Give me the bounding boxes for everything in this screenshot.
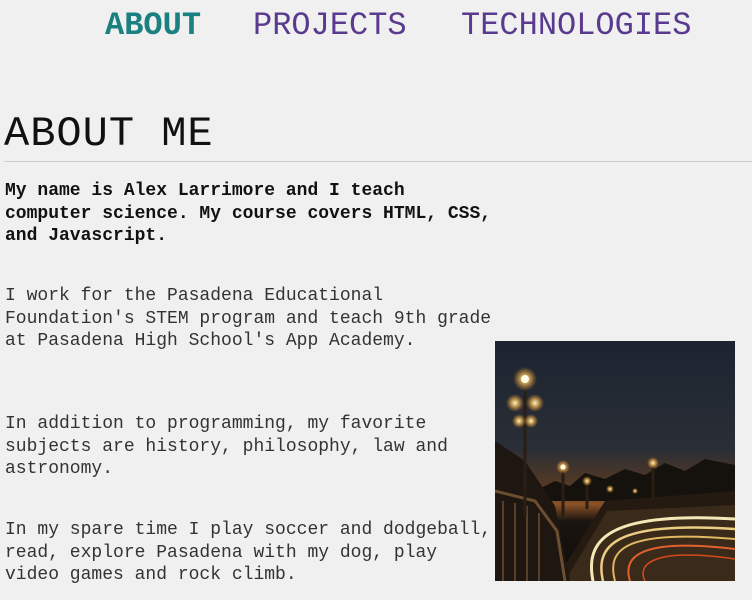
nav-link-technologies[interactable]: TECHNOLOGIES bbox=[461, 6, 691, 46]
nav-link-projects[interactable]: PROJECTS bbox=[253, 6, 407, 46]
about-paragraph-hobbies: In my spare time I play soccer and dodge… bbox=[5, 520, 492, 585]
about-paragraph-interests: In addition to programming, my favorite … bbox=[5, 414, 448, 479]
page-title: ABOUT ME bbox=[4, 110, 214, 158]
nav-link-about[interactable]: ABOUT bbox=[105, 6, 201, 46]
top-nav: ABOUT PROJECTS TECHNOLOGIES bbox=[0, 6, 752, 46]
title-divider bbox=[4, 161, 752, 162]
about-paragraph-work: I work for the Pasadena Educational Foun… bbox=[5, 286, 492, 351]
bridge-night-photo bbox=[495, 341, 735, 581]
intro-paragraph: My name is Alex Larrimore and I teach co… bbox=[5, 181, 492, 246]
